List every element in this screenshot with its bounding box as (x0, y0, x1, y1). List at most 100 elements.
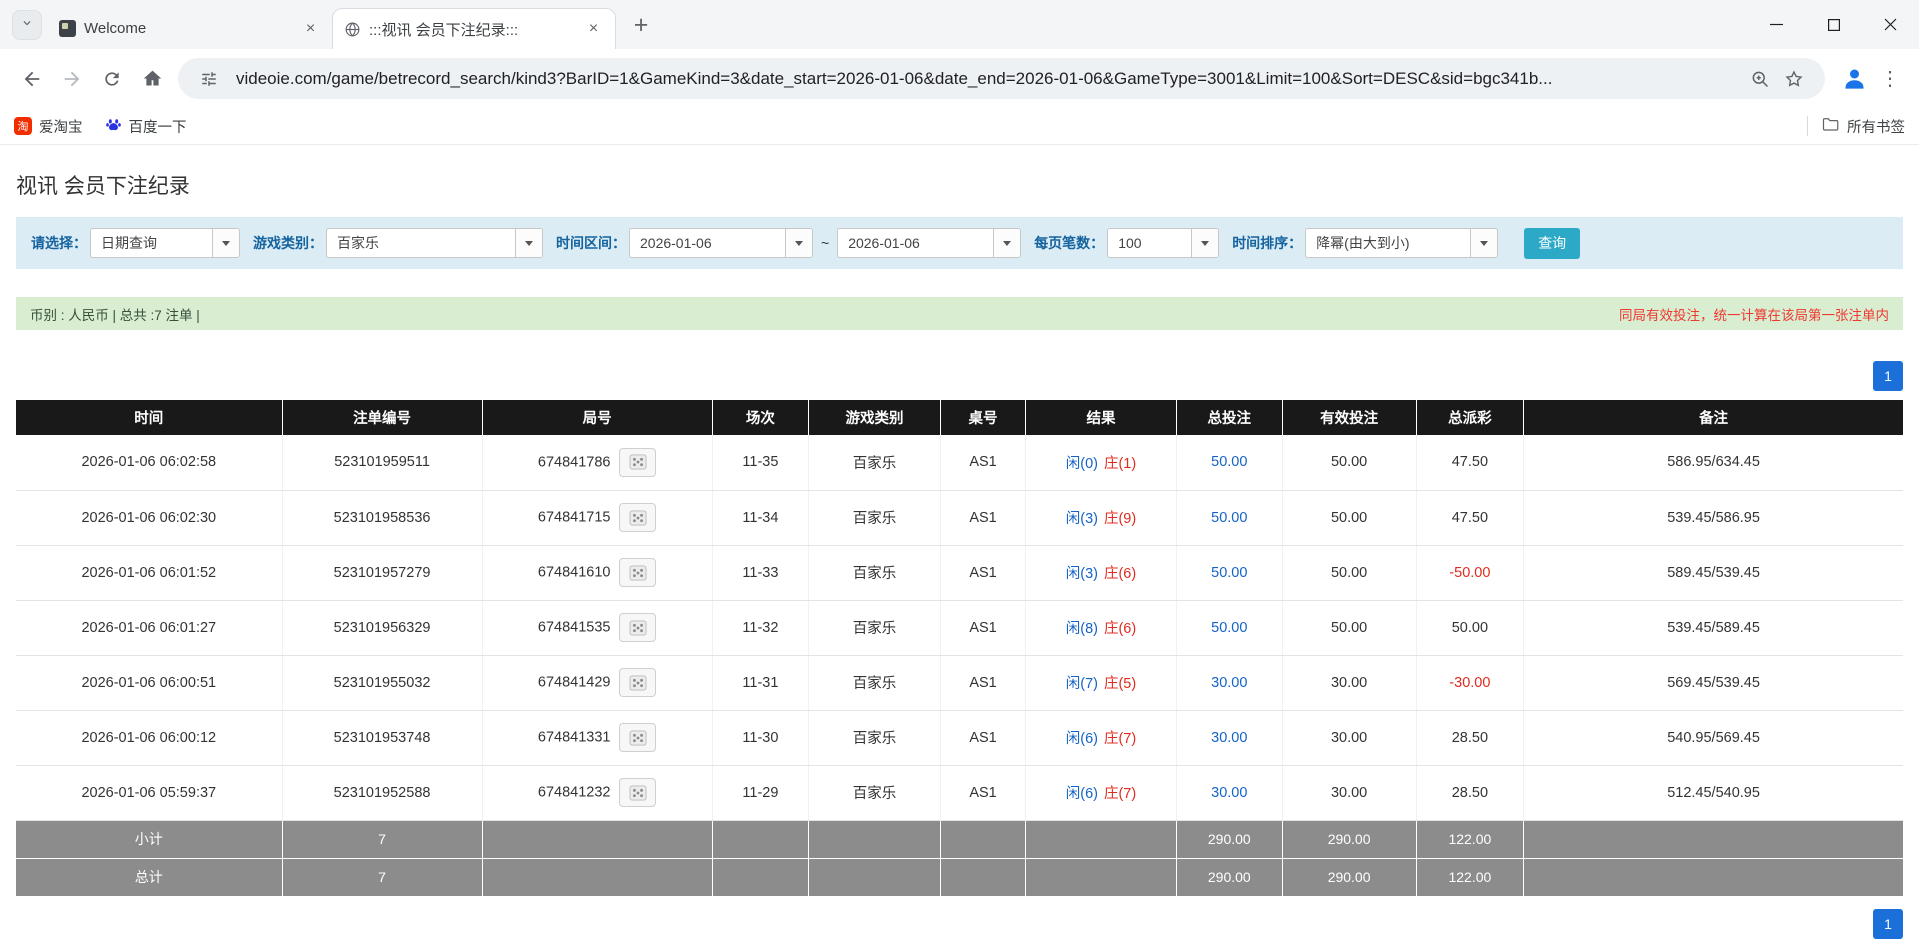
dropdown-arrow-icon[interactable] (1191, 229, 1218, 257)
dropdown-arrow-icon[interactable] (212, 229, 239, 257)
date-end-field[interactable]: 2026-01-06 (837, 228, 1021, 258)
new-tab-button[interactable]: + (624, 8, 658, 42)
forward-arrow-icon (61, 68, 83, 90)
cell-payout: 28.50 (1416, 710, 1524, 765)
bookmark-baidu[interactable]: 百度一下 (105, 116, 187, 137)
browser-tab-betrecord[interactable]: :::视讯 会员下注纪录::: × (332, 8, 616, 49)
reload-button[interactable] (92, 59, 132, 99)
cell-time: 2026-01-06 06:00:12 (16, 710, 282, 765)
cell-game-type: 百家乐 (809, 545, 941, 600)
per-page-dropdown[interactable]: 100 (1107, 228, 1219, 258)
column-header-bet-id: 注单编号 (282, 400, 482, 435)
result-banker: 庄(6) (1104, 566, 1136, 582)
total-bet-link[interactable]: 30.00 (1211, 785, 1247, 801)
cell-game-type: 百家乐 (809, 765, 941, 820)
close-window-button[interactable] (1862, 0, 1919, 49)
dropdown-arrow-icon[interactable] (515, 229, 542, 257)
result-player: 闲(7) (1066, 676, 1098, 692)
table-row: 2026-01-06 06:02:58 523101959511 6748417… (16, 435, 1903, 490)
cell-game-type: 百家乐 (809, 490, 941, 545)
all-bookmarks-label: 所有书签 (1847, 116, 1905, 137)
total-bet-link[interactable]: 50.00 (1211, 565, 1247, 581)
result-player: 闲(6) (1066, 731, 1098, 747)
page-title: 视讯 会员下注纪录 (16, 145, 1903, 217)
tab-search-button[interactable] (12, 10, 42, 40)
close-tab-icon[interactable]: × (582, 18, 605, 41)
cell-session: 11-30 (712, 710, 808, 765)
cell-valid-bet: 30.00 (1282, 710, 1416, 765)
profile-avatar[interactable] (1835, 60, 1873, 98)
dice-icon (629, 565, 647, 581)
dice-icon (629, 675, 647, 691)
cell-note: 539.45/586.95 (1524, 490, 1903, 545)
table-row: 2026-01-06 06:01:27 523101956329 6748415… (16, 600, 1903, 655)
cell-note: 586.95/634.45 (1524, 435, 1903, 490)
tab-title: :::视讯 会员下注纪录::: (369, 19, 574, 40)
all-bookmarks-button[interactable]: 所有书签 (1822, 116, 1905, 137)
dropdown-arrow-icon[interactable] (1470, 229, 1497, 257)
cell-time: 2026-01-06 05:59:37 (16, 765, 282, 820)
browser-tab-welcome[interactable]: Welcome × (48, 8, 332, 49)
cell-time: 2026-01-06 06:01:27 (16, 600, 282, 655)
bookmarks-bar: 淘 爱淘宝 百度一下 所有书签 (0, 108, 1919, 145)
sort-dropdown[interactable]: 降幂(由大到小) (1305, 228, 1498, 258)
round-detail-button[interactable] (619, 723, 656, 752)
total-bet-link[interactable]: 50.00 (1211, 454, 1247, 470)
cell-bet-id: 523101957279 (282, 545, 482, 600)
home-button[interactable] (132, 59, 172, 99)
round-detail-button[interactable] (619, 668, 656, 697)
cell-result: 闲(3)庄(6) (1026, 545, 1177, 600)
cell-total-bet: 50.00 (1176, 600, 1282, 655)
cell-total-bet: 30.00 (1176, 710, 1282, 765)
browser-menu-button[interactable]: ⋮ (1873, 60, 1907, 98)
page-1-button[interactable]: 1 (1873, 909, 1903, 939)
back-arrow-icon (21, 68, 43, 90)
page-content: 视讯 会员下注纪录 请选择： 日期查询 游戏类别： 百家乐 时间区间： 2026… (0, 145, 1919, 939)
round-id: 674841232 (538, 784, 611, 800)
cell-result: 闲(6)庄(7) (1026, 765, 1177, 820)
site-info-icon[interactable] (192, 62, 226, 96)
subtotal-valid-bet: 290.00 (1282, 820, 1416, 858)
bookmark-star-icon[interactable] (1777, 62, 1811, 96)
cell-bet-id: 523101956329 (282, 600, 482, 655)
per-page-label: 每页笔数： (1034, 233, 1104, 253)
dropdown-arrow-icon[interactable] (993, 229, 1020, 257)
round-detail-button[interactable] (619, 558, 656, 587)
total-count: 7 (282, 858, 482, 896)
round-detail-button[interactable] (619, 778, 656, 807)
page-1-button[interactable]: 1 (1873, 361, 1903, 391)
search-button[interactable]: 查询 (1524, 228, 1580, 259)
url-bar[interactable]: videoie.com/game/betrecord_search/kind3?… (178, 58, 1825, 99)
round-detail-button[interactable] (619, 613, 656, 642)
round-detail-button[interactable] (619, 448, 656, 477)
total-bet-link[interactable]: 50.00 (1211, 510, 1247, 526)
back-button[interactable] (12, 59, 52, 99)
reload-icon (102, 69, 122, 89)
query-type-dropdown[interactable]: 日期查询 (90, 228, 240, 258)
total-bet-link[interactable]: 30.00 (1211, 675, 1247, 691)
baidu-paw-icon (105, 116, 122, 137)
cell-session: 11-32 (712, 600, 808, 655)
cell-payout: 47.50 (1416, 490, 1524, 545)
total-bet-link[interactable]: 30.00 (1211, 730, 1247, 746)
round-detail-button[interactable] (619, 503, 656, 532)
zoom-icon[interactable] (1743, 62, 1777, 96)
cell-total-bet: 30.00 (1176, 655, 1282, 710)
currency-summary-text: 币别 : 人民币 | 总共 :7 注单 | (30, 304, 200, 324)
forward-button[interactable] (52, 59, 92, 99)
dropdown-arrow-icon[interactable] (785, 229, 812, 257)
globe-icon (343, 20, 361, 38)
maximize-button[interactable] (1805, 0, 1862, 49)
total-bet-link[interactable]: 50.00 (1211, 620, 1247, 636)
minimize-button[interactable] (1748, 0, 1805, 49)
date-start-field[interactable]: 2026-01-06 (629, 228, 813, 258)
column-header-table-no: 桌号 (941, 400, 1026, 435)
result-banker: 庄(6) (1104, 621, 1136, 637)
game-type-dropdown[interactable]: 百家乐 (326, 228, 543, 258)
cell-note: 589.45/539.45 (1524, 545, 1903, 600)
taobao-favicon-icon: 淘 (14, 117, 32, 135)
close-tab-icon[interactable]: × (299, 17, 322, 40)
column-header-payout: 总派彩 (1416, 400, 1524, 435)
cell-bet-id: 523101955032 (282, 655, 482, 710)
bookmark-aitaobao[interactable]: 淘 爱淘宝 (14, 116, 83, 137)
